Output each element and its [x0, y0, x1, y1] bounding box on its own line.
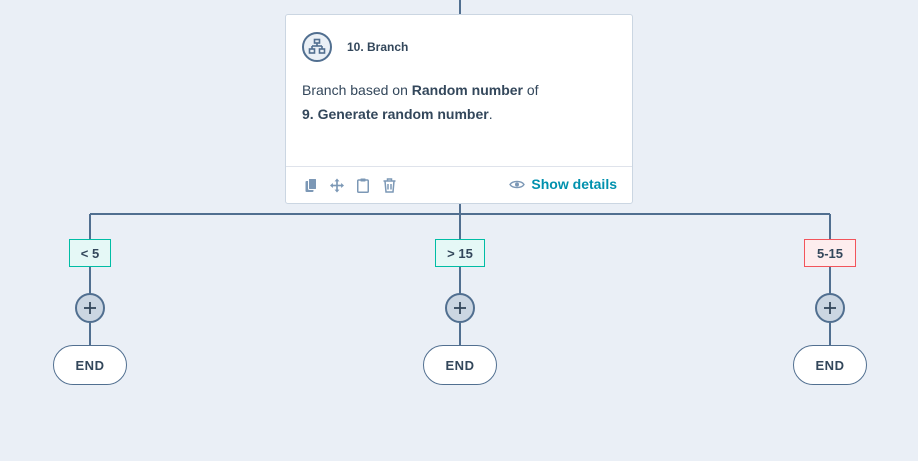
branch-label-less-than-5[interactable]: < 5 — [69, 239, 111, 267]
card-description: Branch based on Random number of 9. Gene… — [302, 78, 602, 126]
end-node: END — [793, 345, 867, 385]
end-label: END — [815, 357, 845, 373]
end-node: END — [423, 345, 497, 385]
card-title: 10. Branch — [347, 40, 409, 54]
plus-icon — [824, 302, 836, 314]
branch-label-text: > 15 — [447, 245, 473, 261]
end-label: END — [445, 357, 475, 373]
source-action-name: 9. Generate random number — [302, 106, 489, 122]
card-footer: Show details — [286, 166, 632, 203]
description-prefix: Branch based on — [302, 82, 412, 98]
show-details-link[interactable]: Show details — [509, 176, 617, 192]
branch-action-card[interactable]: 10. Branch Branch based on Random number… — [285, 14, 633, 204]
branch-icon — [302, 32, 332, 62]
add-action-button[interactable] — [445, 293, 475, 323]
branch-label-text: 5-15 — [816, 245, 844, 261]
description-mid: of — [522, 82, 539, 98]
copy-icon[interactable] — [304, 177, 318, 193]
clipboard-icon[interactable] — [356, 177, 370, 193]
branch-label-text: < 5 — [80, 245, 100, 261]
show-details-label: Show details — [531, 176, 617, 192]
end-label: END — [75, 357, 105, 373]
plus-icon — [454, 302, 466, 314]
trash-icon[interactable] — [382, 177, 396, 193]
plus-icon — [84, 302, 96, 314]
add-action-button[interactable] — [815, 293, 845, 323]
property-name: Random number — [411, 82, 523, 98]
workflow-canvas: 10. Branch Branch based on Random number… — [0, 0, 918, 461]
move-icon[interactable] — [330, 177, 344, 193]
branch-label-greater-than-15[interactable]: > 15 — [435, 239, 485, 267]
card-header: 10. Branch — [302, 32, 408, 62]
end-node: END — [53, 345, 127, 385]
add-action-button[interactable] — [75, 293, 105, 323]
branch-label-5-to-15[interactable]: 5-15 — [804, 239, 856, 267]
card-toolbar — [304, 177, 408, 193]
description-suffix: . — [488, 106, 493, 122]
eye-icon — [509, 180, 526, 188]
